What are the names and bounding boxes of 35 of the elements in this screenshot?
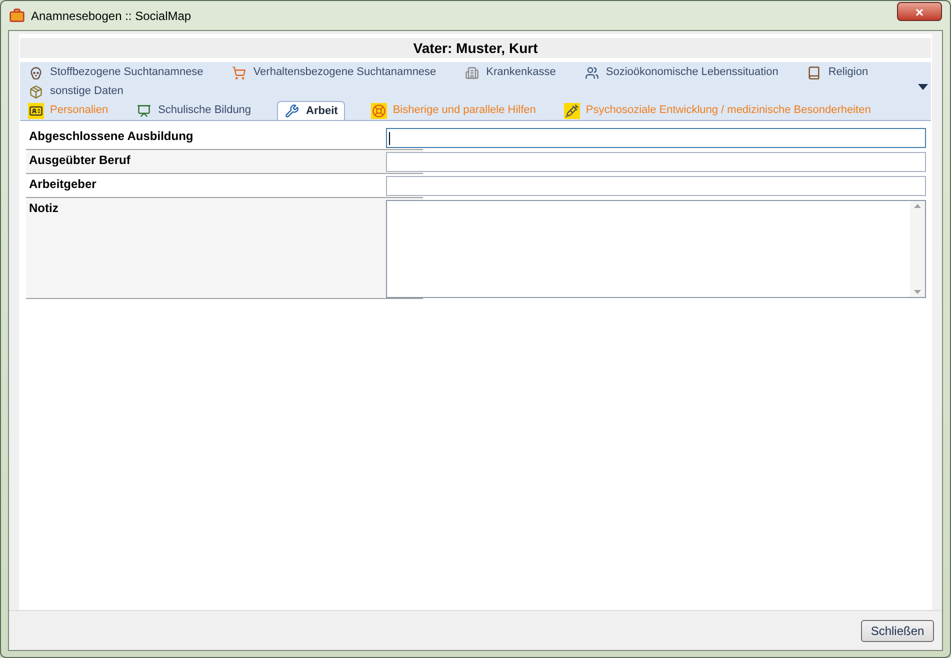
app-icon	[9, 8, 25, 24]
syringe-icon	[564, 102, 580, 118]
field-label: Arbeitgeber	[28, 176, 98, 193]
input-field[interactable]	[386, 152, 926, 172]
tab[interactable]: Arbeit	[277, 101, 345, 120]
tab[interactable]: Sozioökonomische Lebenssituation	[582, 63, 780, 82]
blackboard-icon	[136, 102, 152, 118]
tab[interactable]: sonstige Daten	[26, 82, 126, 101]
tab[interactable]: Krankenkasse	[462, 63, 558, 82]
field-label: Abgeschlossene Ausbildung	[28, 128, 194, 145]
header-bar: Vater: Muster, Kurt	[20, 38, 931, 58]
field-label: Ausgeübter Beruf	[28, 152, 132, 169]
tab[interactable]: Schulische Bildung	[134, 101, 254, 120]
scroll-down-icon[interactable]	[914, 290, 921, 294]
overflow-arrow-icon[interactable]	[918, 84, 928, 90]
building-icon	[464, 64, 480, 80]
box-icon	[28, 84, 44, 100]
tab[interactable]: Stoffbezogene Suchtanamnese	[26, 63, 206, 82]
cart-icon	[231, 64, 248, 80]
note-field[interactable]	[386, 200, 926, 298]
input-field[interactable]	[386, 176, 926, 196]
scrollbar[interactable]	[910, 201, 925, 297]
tab[interactable]: Verhaltensbezogene Suchtanamnese	[229, 63, 438, 82]
tab[interactable]: Religion	[804, 63, 870, 82]
id-card-icon	[28, 102, 44, 118]
input-field[interactable]	[386, 128, 926, 148]
lifebuoy-icon	[370, 102, 387, 118]
book-icon	[806, 64, 822, 80]
field-label: Notiz	[28, 200, 60, 217]
people-icon	[584, 64, 600, 80]
scroll-up-icon[interactable]	[914, 204, 921, 208]
close-dialog-button[interactable]: Schließen	[861, 620, 934, 642]
skull-icon	[28, 64, 44, 80]
window-title: Anamnesebogen :: SocialMap	[31, 8, 192, 24]
wrench-icon	[284, 103, 300, 119]
